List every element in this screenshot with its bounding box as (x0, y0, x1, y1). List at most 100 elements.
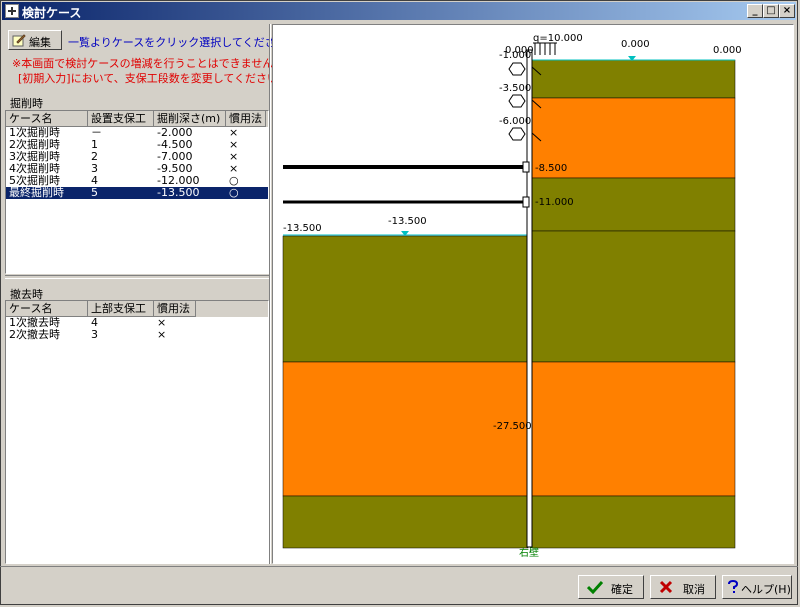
cell-case: 5次掘削時 (9, 175, 60, 187)
help-icon (728, 580, 739, 593)
edit-button[interactable]: 編集 (8, 30, 62, 50)
cell-case: 2次撤去時 (9, 329, 60, 341)
wall-label: 右壁 (519, 546, 539, 559)
soil-layer (282, 495, 529, 549)
strut-waler (522, 196, 530, 208)
table-row[interactable]: 1次撤去時 4 × (6, 317, 268, 329)
col-case-name[interactable]: ケース名 (6, 111, 88, 127)
warning-text-1: ※本画面で検討ケースの増減を行うことはできません。 (12, 57, 285, 70)
table-row[interactable]: 4次掘削時 3 -9.500 × (6, 163, 268, 175)
cell-case: 4次掘削時 (9, 163, 60, 175)
excavation-case-list[interactable]: ケース名 設置支保工 掘削深さ(m) 慣用法 1次掘削時 － -2.000 × … (5, 110, 269, 274)
window-title: 検討ケース (22, 6, 82, 20)
cell-support: 5 (91, 187, 98, 199)
surcharge-label: q=10.000 (533, 33, 583, 44)
strut-waler (522, 161, 530, 173)
cell-method: × (157, 329, 167, 341)
col-conventional[interactable]: 慣用法 (226, 111, 266, 127)
table-row[interactable]: 2次撤去時 3 × (6, 329, 268, 341)
level-label: -8.500 (535, 163, 567, 174)
pane-divider[interactable] (5, 275, 269, 279)
cell-support: 4 (91, 175, 98, 187)
cell-method: × (157, 317, 167, 329)
col-case-name[interactable]: ケース名 (6, 301, 88, 317)
edit-button-label: 編集 (29, 36, 51, 49)
cell-depth: -9.500 (157, 163, 193, 175)
col-support[interactable]: 設置支保工 (88, 111, 154, 127)
cell-case: 3次掘削時 (9, 151, 60, 163)
soil-layer (282, 235, 529, 363)
cell-depth: -12.000 (157, 175, 200, 187)
level-label: 0.000 (621, 39, 650, 50)
cell-case: 最終掘削時 (9, 187, 64, 199)
cancel-icon (659, 580, 673, 594)
level-label: -13.500 (283, 223, 322, 234)
cell-method: ○ (229, 175, 239, 187)
minimize-button[interactable]: _ (747, 4, 763, 18)
level-label: -11.000 (535, 197, 574, 208)
section-diagram: q=10.000 0.000 0.000 0.000 -1.000 -3.500… (272, 24, 794, 564)
cell-support: － (91, 127, 102, 139)
cell-depth: -2.000 (157, 127, 193, 139)
col-upper-support[interactable]: 上部支保工 (88, 301, 154, 317)
support-icon (508, 94, 526, 108)
surcharge-arrows (533, 42, 557, 55)
soil-layer (531, 59, 736, 99)
cell-case: 2次掘削時 (9, 139, 60, 151)
soil-layer (531, 361, 736, 497)
support-icon (508, 127, 526, 141)
level-label: -3.500 (499, 83, 531, 94)
cell-case: 1次掘削時 (9, 127, 60, 139)
cell-case: 1次撤去時 (9, 317, 60, 329)
col-conventional[interactable]: 慣用法 (154, 301, 196, 317)
cell-method: × (229, 127, 239, 139)
cell-depth: -7.000 (157, 151, 193, 163)
cell-support: 4 (91, 317, 98, 329)
level-label: 0.000 (713, 45, 742, 56)
edit-icon (12, 34, 26, 47)
table-row[interactable]: 2次掘削時 1 -4.500 × (6, 139, 268, 151)
cancel-label: 取消 (683, 583, 705, 596)
close-button[interactable]: × (779, 4, 795, 18)
col-depth[interactable]: 掘削深さ(m) (154, 111, 226, 127)
help-button[interactable]: ヘルプ(H) (722, 575, 792, 599)
hint-text: 一覧よりケースをクリック選択してください (68, 36, 287, 49)
removal-case-list[interactable]: ケース名 上部支保工 慣用法 1次撤去時 4 × 2次撤去時 3 × (5, 300, 269, 564)
excavation-section-label: 掘削時 (10, 97, 43, 110)
level-label: -13.500 (388, 216, 427, 227)
level-label: -1.000 (499, 50, 531, 61)
cell-method: ○ (229, 187, 239, 199)
level-label: -6.000 (499, 116, 531, 127)
splitter[interactable] (269, 24, 271, 564)
support-icon (508, 62, 526, 76)
cell-method: × (229, 139, 239, 151)
table-row[interactable]: 3次掘削時 2 -7.000 × (6, 151, 268, 163)
footer-separator (0, 566, 798, 567)
app-icon (5, 4, 19, 18)
ok-button[interactable]: 確定 (578, 575, 644, 599)
check-icon (587, 580, 603, 594)
cell-depth: -13.500 (157, 187, 200, 199)
cancel-button[interactable]: 取消 (650, 575, 716, 599)
diagram-svg: q=10.000 0.000 0.000 0.000 -1.000 -3.500… (282, 33, 742, 559)
soil-layer (531, 495, 736, 549)
cell-method: × (229, 163, 239, 175)
ok-label: 確定 (611, 583, 633, 596)
soil-layer (282, 361, 529, 497)
cell-support: 3 (91, 329, 98, 341)
table-row-selected[interactable]: 最終掘削時 5 -13.500 ○ (6, 187, 268, 199)
cell-depth: -4.500 (157, 139, 193, 151)
cell-support: 2 (91, 151, 98, 163)
maximize-button[interactable]: □ (763, 4, 779, 18)
cell-support: 3 (91, 163, 98, 175)
table-row[interactable]: 1次掘削時 － -2.000 × (6, 127, 268, 139)
cell-method: × (229, 151, 239, 163)
title-bar[interactable]: 検討ケース _ □ × (2, 2, 796, 20)
excavation-list-header: ケース名 設置支保工 掘削深さ(m) 慣用法 (6, 111, 268, 127)
removal-list-header: ケース名 上部支保工 慣用法 (6, 301, 268, 317)
warning-text-2: [初期入力]において、支保工段数を変更してください。 (18, 72, 290, 85)
table-row[interactable]: 5次掘削時 4 -12.000 ○ (6, 175, 268, 187)
level-label: -27.500 (493, 421, 532, 432)
cell-support: 1 (91, 139, 98, 151)
help-label: ヘルプ(H) (741, 583, 791, 596)
